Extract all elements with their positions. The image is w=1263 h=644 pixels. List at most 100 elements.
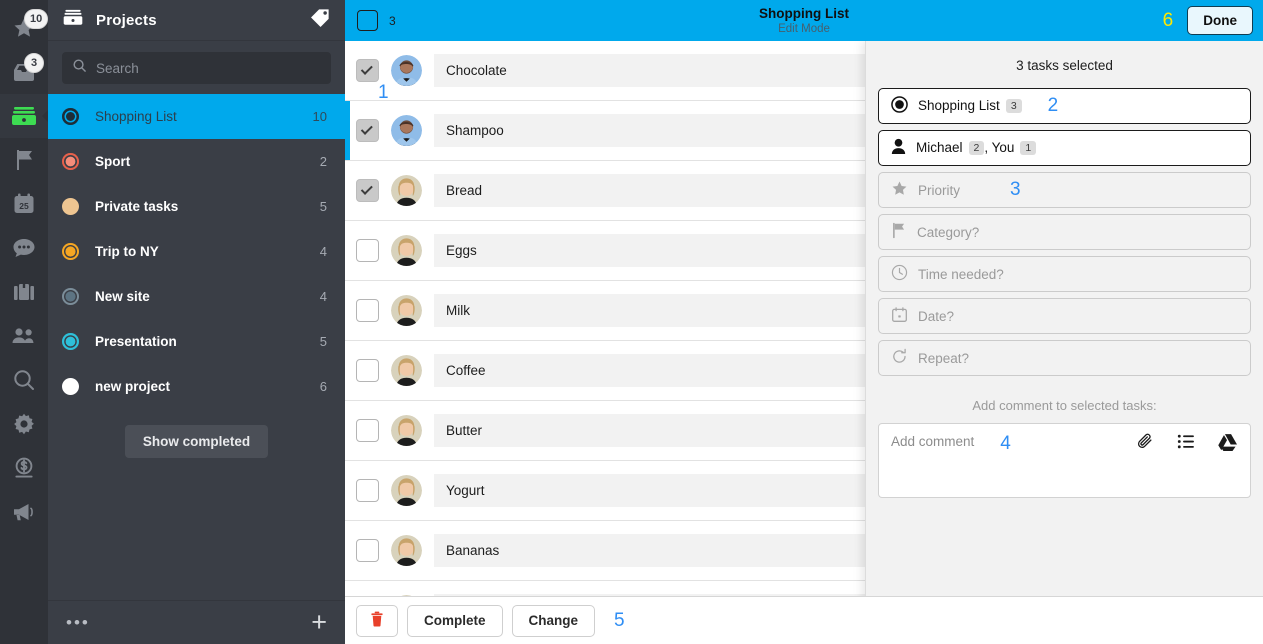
avatar [391,535,422,566]
annotation-3: 3 [1010,179,1021,200]
category-field-label: Category? [917,224,980,240]
radio-target-icon [891,96,908,116]
project-count: 6 [319,379,327,394]
change-button[interactable]: Change [511,604,596,637]
megaphone-icon [12,502,36,522]
sidebar-item-private-tasks[interactable]: Private tasks 5 [48,184,345,229]
task-checkbox[interactable] [356,359,379,382]
done-button[interactable]: Done [1187,6,1253,35]
project-field[interactable]: Shopping List 3 2 [878,88,1251,124]
search-icon [12,368,36,392]
task-checkbox[interactable] [356,299,379,322]
project-color-dot [62,333,79,350]
assignee-field[interactable]: Michael 2 , You 1 [878,130,1251,166]
task-checkbox[interactable] [356,539,379,562]
table-row[interactable]: Eggs [345,221,865,281]
time-needed-field[interactable]: Time needed? [878,256,1251,292]
checklist-icon[interactable] [1177,432,1196,456]
sidebar-header: Projects [48,0,345,41]
calendar-icon: 25 [12,192,36,216]
category-field[interactable]: Category? [878,214,1251,250]
people-icon [11,326,37,346]
task-title: Shampoo [434,114,865,147]
search-field-wrapper: Search [48,41,345,94]
select-all-checkbox[interactable] [357,10,378,31]
task-checkbox[interactable] [356,479,379,502]
rail-item-star[interactable]: 10 [0,6,49,50]
sidebar-footer: ••• + [48,600,345,644]
project-name: Trip to NY [95,244,159,259]
project-count: 2 [319,154,327,169]
star-badge: 10 [24,9,49,29]
task-checkbox[interactable] [356,239,379,262]
avatar [391,475,422,506]
main-column: 3 Shopping List Edit Mode 6 Done Chocola… [345,0,1263,644]
list-title: Shopping List [759,5,849,21]
table-row[interactable]: Bananas [345,521,865,581]
priority-field[interactable]: Priority 3 [878,172,1251,208]
clock-icon [891,264,908,284]
sidebar-item-new-project[interactable]: new project 6 [48,364,345,409]
task-checkbox[interactable] [356,419,379,442]
more-options-icon[interactable]: ••• [66,614,90,631]
table-row[interactable]: Shampoo [345,101,865,161]
sidebar-item-trip-to-ny[interactable]: Trip to NY 4 [48,229,345,274]
time-needed-field-label: Time needed? [918,266,1004,282]
comment-caption: Add comment to selected tasks: [972,398,1157,413]
flag-icon [13,148,35,172]
search-input[interactable]: Search [62,52,331,84]
show-completed-button[interactable]: Show completed [124,425,269,458]
repeat-field[interactable]: Repeat? [878,340,1251,376]
projects-sidebar: Projects Search Shopping List 10 Sport 2… [48,0,345,644]
project-name: Shopping List [95,109,177,124]
delete-button[interactable] [356,604,398,637]
sidebar-item-presentation[interactable]: Presentation 5 [48,319,345,364]
task-title: Coffee [434,354,865,387]
rail-item-projects[interactable] [0,94,48,138]
rail-item-people[interactable] [0,314,48,358]
rail-item-briefcase[interactable] [0,270,48,314]
task-title: Bread [434,174,865,207]
project-color-dot [62,153,79,170]
rail-item-inbox[interactable]: 3 [0,50,48,94]
assignee-name-1: Michael [916,140,963,155]
flag-icon [891,222,907,242]
rail-item-search[interactable] [0,358,48,402]
tag-icon[interactable] [309,7,331,34]
paperclip-icon[interactable] [1136,432,1155,456]
comment-input[interactable]: Add comment 4 [878,423,1251,498]
project-name: Sport [95,154,131,169]
rail-item-calendar[interactable]: 25 [0,182,48,226]
project-color-dot [62,243,79,260]
table-row[interactable]: Chocolate 1 [345,41,865,103]
google-drive-icon[interactable] [1218,433,1238,456]
avatar [391,115,422,146]
sidebar-item-shopping-list[interactable]: Shopping List 10 [48,94,345,139]
table-row[interactable]: Yogurt [345,461,865,521]
app-window: 10 3 25 Projects Search Shopping List 10… [0,0,1263,644]
sidebar-item-sport[interactable]: Sport 2 [48,139,345,184]
star-icon [891,180,908,200]
rail-item-settings[interactable] [0,402,48,446]
task-checkbox[interactable] [356,119,379,142]
add-project-icon[interactable]: + [311,609,327,636]
task-title: Chocolate [434,54,865,87]
table-row[interactable]: Butter [345,401,865,461]
task-checkbox[interactable] [356,179,379,202]
repeat-icon [891,348,908,368]
complete-button[interactable]: Complete [407,604,503,637]
rail-item-flag[interactable] [0,138,48,182]
task-checkbox[interactable] [356,59,379,82]
project-color-dot [62,198,79,215]
table-row[interactable]: Coffee [345,341,865,401]
table-row[interactable]: Bread [345,161,865,221]
sidebar-item-new-site[interactable]: New site 4 [48,274,345,319]
avatar [391,235,422,266]
table-row[interactable] [345,581,865,596]
rail-item-chat[interactable] [0,226,48,270]
table-row[interactable]: Milk [345,281,865,341]
date-field[interactable]: Date? [878,298,1251,334]
project-count: 4 [319,244,327,259]
rail-item-billing[interactable] [0,446,48,490]
rail-item-announcements[interactable] [0,490,48,534]
